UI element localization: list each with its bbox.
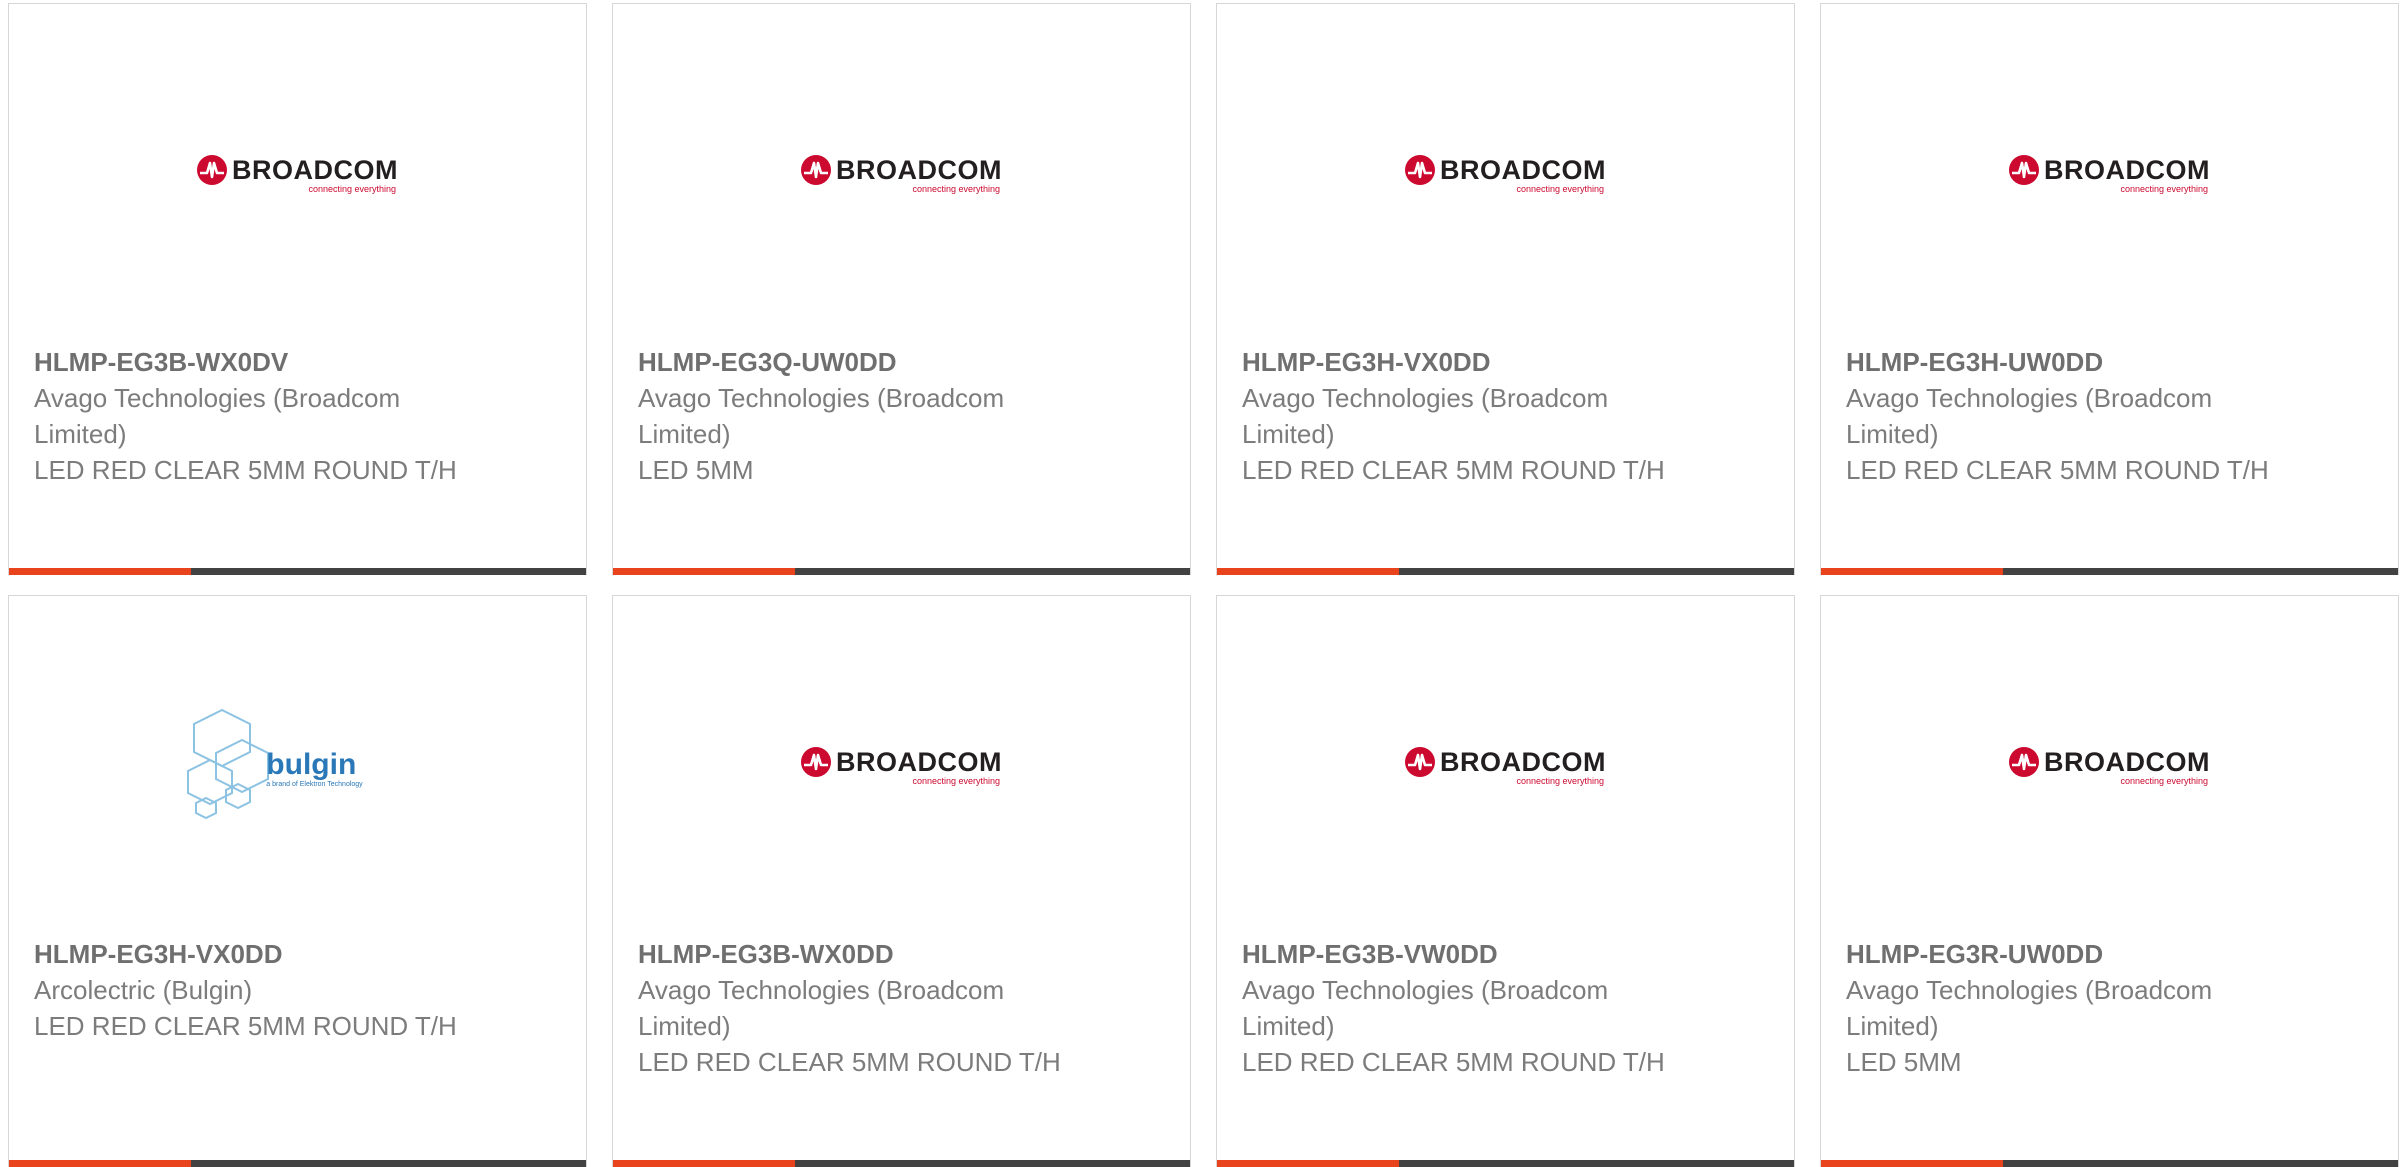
- card-footer-bar: [613, 568, 1190, 575]
- card-footer-bar: [1821, 1160, 2398, 1167]
- manufacturer-logo: BROADCOM connecting everything: [1821, 716, 2398, 816]
- broadcom-pulse-icon: [801, 154, 831, 185]
- product-description: LED RED CLEAR 5MM ROUND T/H: [1242, 455, 1665, 485]
- manufacturer-logo: BROADCOM connecting everything: [1217, 124, 1794, 224]
- product-card[interactable]: BROADCOM connecting everything HLMP-EG3H…: [1820, 3, 2399, 575]
- product-card[interactable]: BROADCOM connecting everything HLMP-EG3R…: [1820, 595, 2399, 1167]
- broadcom-pulse-icon: [2009, 154, 2039, 185]
- product-description: LED RED CLEAR 5MM ROUND T/H: [34, 1011, 457, 1041]
- product-card[interactable]: BROADCOM connecting everything HLMP-EG3H…: [1216, 3, 1795, 575]
- broadcom-logo: BROADCOM connecting everything: [1405, 154, 1606, 194]
- product-card[interactable]: bulgin a brand of Elektron Technology HL…: [8, 595, 587, 1167]
- product-description: LED RED CLEAR 5MM ROUND T/H: [1846, 455, 2269, 485]
- broadcom-logo: BROADCOM connecting everything: [801, 746, 1002, 786]
- card-footer-bar: [9, 568, 586, 575]
- bulgin-logo: bulgin a brand of Elektron Technology: [184, 706, 363, 826]
- broadcom-pulse-icon: [1405, 746, 1435, 777]
- part-number[interactable]: HLMP-EG3R-UW0DD: [1846, 936, 2286, 972]
- product-grid: BROADCOM connecting everything HLMP-EG3B…: [8, 3, 2399, 1167]
- broadcom-logo: BROADCOM connecting everything: [2009, 746, 2210, 786]
- broadcom-logo: BROADCOM connecting everything: [1405, 746, 1606, 786]
- product-description: LED RED CLEAR 5MM ROUND T/H: [1242, 1047, 1665, 1077]
- part-number[interactable]: HLMP-EG3H-VX0DD: [34, 936, 474, 972]
- product-description: LED RED CLEAR 5MM ROUND T/H: [638, 1047, 1061, 1077]
- product-description: LED 5MM: [1846, 1047, 1962, 1077]
- manufacturer-name: Avago Technologies (Broadcom Limited): [1846, 383, 2213, 449]
- manufacturer-logo: BROADCOM connecting everything: [613, 716, 1190, 816]
- product-description: LED RED CLEAR 5MM ROUND T/H: [34, 455, 457, 485]
- part-number[interactable]: HLMP-EG3B-WX0DD: [638, 936, 1078, 972]
- broadcom-pulse-icon: [1405, 154, 1435, 185]
- part-number[interactable]: HLMP-EG3B-WX0DV: [34, 344, 474, 380]
- part-number[interactable]: HLMP-EG3H-UW0DD: [1846, 344, 2286, 380]
- broadcom-logo: BROADCOM connecting everything: [2009, 154, 2210, 194]
- broadcom-pulse-icon: [197, 154, 227, 185]
- manufacturer-name: Avago Technologies (Broadcom Limited): [1242, 975, 1609, 1041]
- manufacturer-name: Arcolectric (Bulgin): [34, 975, 253, 1005]
- card-footer-bar: [9, 1160, 586, 1167]
- manufacturer-name: Avago Technologies (Broadcom Limited): [638, 383, 1005, 449]
- broadcom-pulse-icon: [2009, 746, 2039, 777]
- part-number[interactable]: HLMP-EG3Q-UW0DD: [638, 344, 1078, 380]
- broadcom-logo: BROADCOM connecting everything: [197, 154, 398, 194]
- manufacturer-logo: bulgin a brand of Elektron Technology: [9, 708, 586, 820]
- product-card[interactable]: BROADCOM connecting everything HLMP-EG3B…: [612, 595, 1191, 1167]
- product-card[interactable]: BROADCOM connecting everything HLMP-EG3B…: [1216, 595, 1795, 1167]
- broadcom-pulse-icon: [801, 746, 831, 777]
- manufacturer-name: Avago Technologies (Broadcom Limited): [638, 975, 1005, 1041]
- product-card[interactable]: BROADCOM connecting everything HLMP-EG3Q…: [612, 3, 1191, 575]
- manufacturer-logo: BROADCOM connecting everything: [613, 124, 1190, 224]
- card-footer-bar: [1217, 1160, 1794, 1167]
- manufacturer-name: Avago Technologies (Broadcom Limited): [1242, 383, 1609, 449]
- card-footer-bar: [1217, 568, 1794, 575]
- product-description: LED 5MM: [638, 455, 754, 485]
- manufacturer-logo: BROADCOM connecting everything: [1821, 124, 2398, 224]
- part-number[interactable]: HLMP-EG3H-VX0DD: [1242, 344, 1682, 380]
- manufacturer-logo: BROADCOM connecting everything: [1217, 716, 1794, 816]
- manufacturer-logo: BROADCOM connecting everything: [9, 124, 586, 224]
- manufacturer-name: Avago Technologies (Broadcom Limited): [34, 383, 401, 449]
- part-number[interactable]: HLMP-EG3B-VW0DD: [1242, 936, 1682, 972]
- product-card[interactable]: BROADCOM connecting everything HLMP-EG3B…: [8, 3, 587, 575]
- card-footer-bar: [613, 1160, 1190, 1167]
- card-footer-bar: [1821, 568, 2398, 575]
- manufacturer-name: Avago Technologies (Broadcom Limited): [1846, 975, 2213, 1041]
- broadcom-logo: BROADCOM connecting everything: [801, 154, 1002, 194]
